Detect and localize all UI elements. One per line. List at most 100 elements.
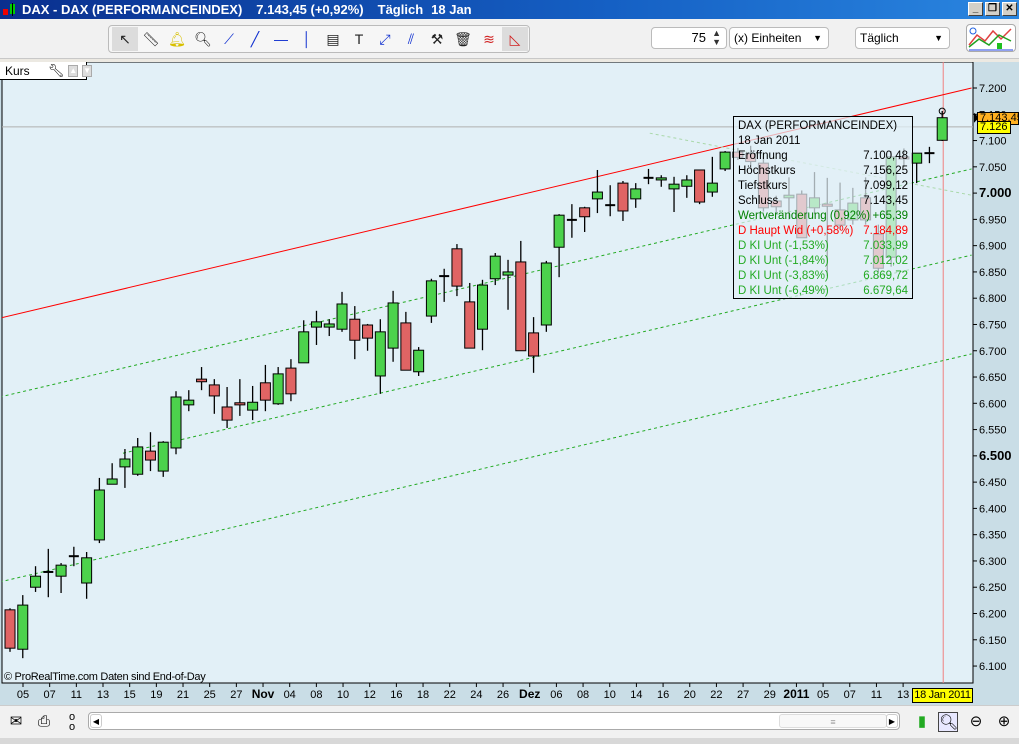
candle-body xyxy=(643,176,654,179)
candle-body xyxy=(439,275,450,278)
parallel-icon[interactable]: ⤢ xyxy=(372,27,398,51)
tooltip-row-label: D KI Unt (-3,83%) xyxy=(738,270,829,282)
ruler-icon[interactable]: 📏︎ xyxy=(138,27,164,51)
tools-icon[interactable]: ⚒ xyxy=(424,27,450,51)
tooltip-row-label: D Haupt Wid (+0,58%) xyxy=(738,225,854,237)
y-tick-label: 6.400 xyxy=(979,503,1007,515)
toolbar: ↖ 📏︎ 🔔︎ 🔍︎ ⟋ ╱ — │ ▤ T ⤢ ⫽ ⚒ 🗑︎ ≋ ◺ 75 ▲ ▼ (x) Einheiten… xyxy=(0,19,1019,59)
text-icon[interactable]: T xyxy=(346,27,372,51)
candle-body xyxy=(425,280,437,317)
scrollbar-thumb[interactable]: ≡ xyxy=(779,714,887,728)
y-tick-label: 6.100 xyxy=(979,661,1007,673)
scroll-left-icon[interactable]: ◀ xyxy=(90,714,102,728)
tooltip-row-value: 7.184,89 xyxy=(863,225,908,237)
units-dropdown[interactable]: (x) Einheiten ▼ xyxy=(729,27,829,49)
print-icon[interactable]: ⎙ xyxy=(34,712,54,732)
support-resistance-icon[interactable]: ≋ xyxy=(476,27,502,51)
zoom-out-icon[interactable]: ⊖ xyxy=(966,712,986,732)
candle-body xyxy=(911,152,923,164)
candle-body xyxy=(106,478,118,485)
link-icon[interactable]: oo xyxy=(62,712,82,733)
candle-body xyxy=(553,214,565,248)
period-dropdown[interactable]: Täglich ▼ xyxy=(855,27,950,49)
y-tick-label: 6.700 xyxy=(979,346,1007,358)
candle-body xyxy=(387,302,399,349)
candle-body xyxy=(259,382,271,401)
tooltip-row: D KI Unt (-6,49%) 6.679,64 xyxy=(738,284,908,299)
x-tick-label: 08 xyxy=(310,689,322,701)
candle-body xyxy=(183,399,195,406)
copyright-note: © ProRealTime.com Daten sind End-of-Day xyxy=(4,671,206,683)
candle-body xyxy=(476,284,488,330)
candle-body xyxy=(336,303,348,330)
zoom-icon[interactable]: 🔍︎ xyxy=(190,27,216,51)
candle-body xyxy=(298,331,310,364)
candle-body xyxy=(17,604,29,650)
candle-body xyxy=(93,489,105,541)
candle xyxy=(4,608,16,652)
x-tick-label: Nov xyxy=(252,687,275,701)
x-tick-label: 24 xyxy=(470,689,482,701)
candle-body xyxy=(451,248,463,287)
panel-header: Kurs 🔧︎ ▲ ▼ xyxy=(0,62,93,80)
title-bar: DAX - DAX (PERFORMANCEINDEX) 7.143,45 (+… xyxy=(0,0,1019,19)
candle-body xyxy=(540,262,552,326)
tooltip-row-label: D KI Unt (-6,49%) xyxy=(738,285,829,297)
x-tick-label: 15 xyxy=(124,689,136,701)
channel-icon[interactable]: ⫽ xyxy=(398,27,424,51)
mail-icon[interactable]: ✉ xyxy=(6,712,26,732)
tooltip-row-value: 7.156,25 xyxy=(863,165,908,177)
candle-body xyxy=(208,384,220,397)
y-tick-label: 6.600 xyxy=(979,398,1007,410)
horizontal-scrollbar[interactable]: ◀ ≡ ▶ xyxy=(88,712,900,730)
scroll-right-icon[interactable]: ▶ xyxy=(886,714,898,728)
pointer-icon[interactable]: ↖ xyxy=(112,27,138,51)
zoom-in-icon[interactable]: ⊕ xyxy=(994,712,1014,732)
vertical-line-icon[interactable]: │ xyxy=(294,27,320,51)
stepper-arrows-icon[interactable]: ▲ ▼ xyxy=(712,29,721,47)
candle-body xyxy=(515,261,527,352)
candle-body xyxy=(924,152,935,155)
x-tick-label: 27 xyxy=(230,689,242,701)
candle-body xyxy=(528,332,540,357)
auto-scale-icon[interactable]: 🔍︎ xyxy=(938,712,958,732)
x-tick-label: 11 xyxy=(71,689,82,701)
x-tick-label: 08 xyxy=(577,689,589,701)
candle-body xyxy=(285,367,297,395)
auto-trendlines-icon[interactable]: ◺ xyxy=(502,27,528,51)
tooltip-row-value: +65,39 xyxy=(872,210,909,222)
y-tick-label: 7.200 xyxy=(979,83,1007,95)
units-stepper[interactable]: 75 ▲ ▼ xyxy=(651,27,727,49)
tooltip-row: D Haupt Wid (+0,58%) 7.184,89 xyxy=(738,224,908,239)
segment-icon[interactable]: ⟋ xyxy=(216,27,242,51)
move-down-icon[interactable]: ▼ xyxy=(82,64,93,77)
trading-signals-button[interactable] xyxy=(966,24,1016,52)
x-tick-label: 07 xyxy=(844,689,856,701)
x-tick-label: 27 xyxy=(737,689,749,701)
title-symbol: DAX - DAX (PERFORMANCEINDEX) xyxy=(22,2,243,17)
y-tick-label: 6.550 xyxy=(979,425,1007,437)
indicator-icon[interactable]: ▤ xyxy=(320,27,346,51)
close-button[interactable]: ✕ xyxy=(1002,2,1017,16)
candle-body xyxy=(323,323,335,328)
candle xyxy=(157,441,169,477)
tooltip-row: Tiefstkurs 7.099,12 xyxy=(738,179,908,194)
candle-body xyxy=(605,204,616,207)
line-icon[interactable]: ╱ xyxy=(242,27,268,51)
x-tick-label: 2011 xyxy=(783,687,809,701)
candle xyxy=(719,151,731,172)
candle-body xyxy=(617,182,629,212)
trash-icon[interactable]: 🗑︎ xyxy=(450,27,476,51)
tooltip-row: Eröffnung 7.100,48 xyxy=(738,149,908,164)
minimize-button[interactable]: _ xyxy=(968,2,983,16)
restore-button[interactable]: ❐ xyxy=(985,2,1000,16)
data-tooltip: DAX (PERFORMANCEINDEX) 18 Jan 2011 Eröff… xyxy=(733,116,913,299)
horizontal-line-icon[interactable]: — xyxy=(268,27,294,51)
wrench-icon[interactable]: 🔧︎ xyxy=(48,63,65,79)
move-up-icon[interactable]: ▲ xyxy=(68,64,79,77)
candle-style-icon[interactable]: ▮ xyxy=(912,712,932,732)
drawing-tools: ↖ 📏︎ 🔔︎ 🔍︎ ⟋ ╱ — │ ▤ T ⤢ ⫽ ⚒ 🗑︎ ≋ ◺ xyxy=(108,25,530,53)
alarm-bell-icon[interactable]: 🔔︎ xyxy=(164,27,190,51)
x-tick-label: 04 xyxy=(284,689,296,701)
candle-body xyxy=(157,441,169,472)
